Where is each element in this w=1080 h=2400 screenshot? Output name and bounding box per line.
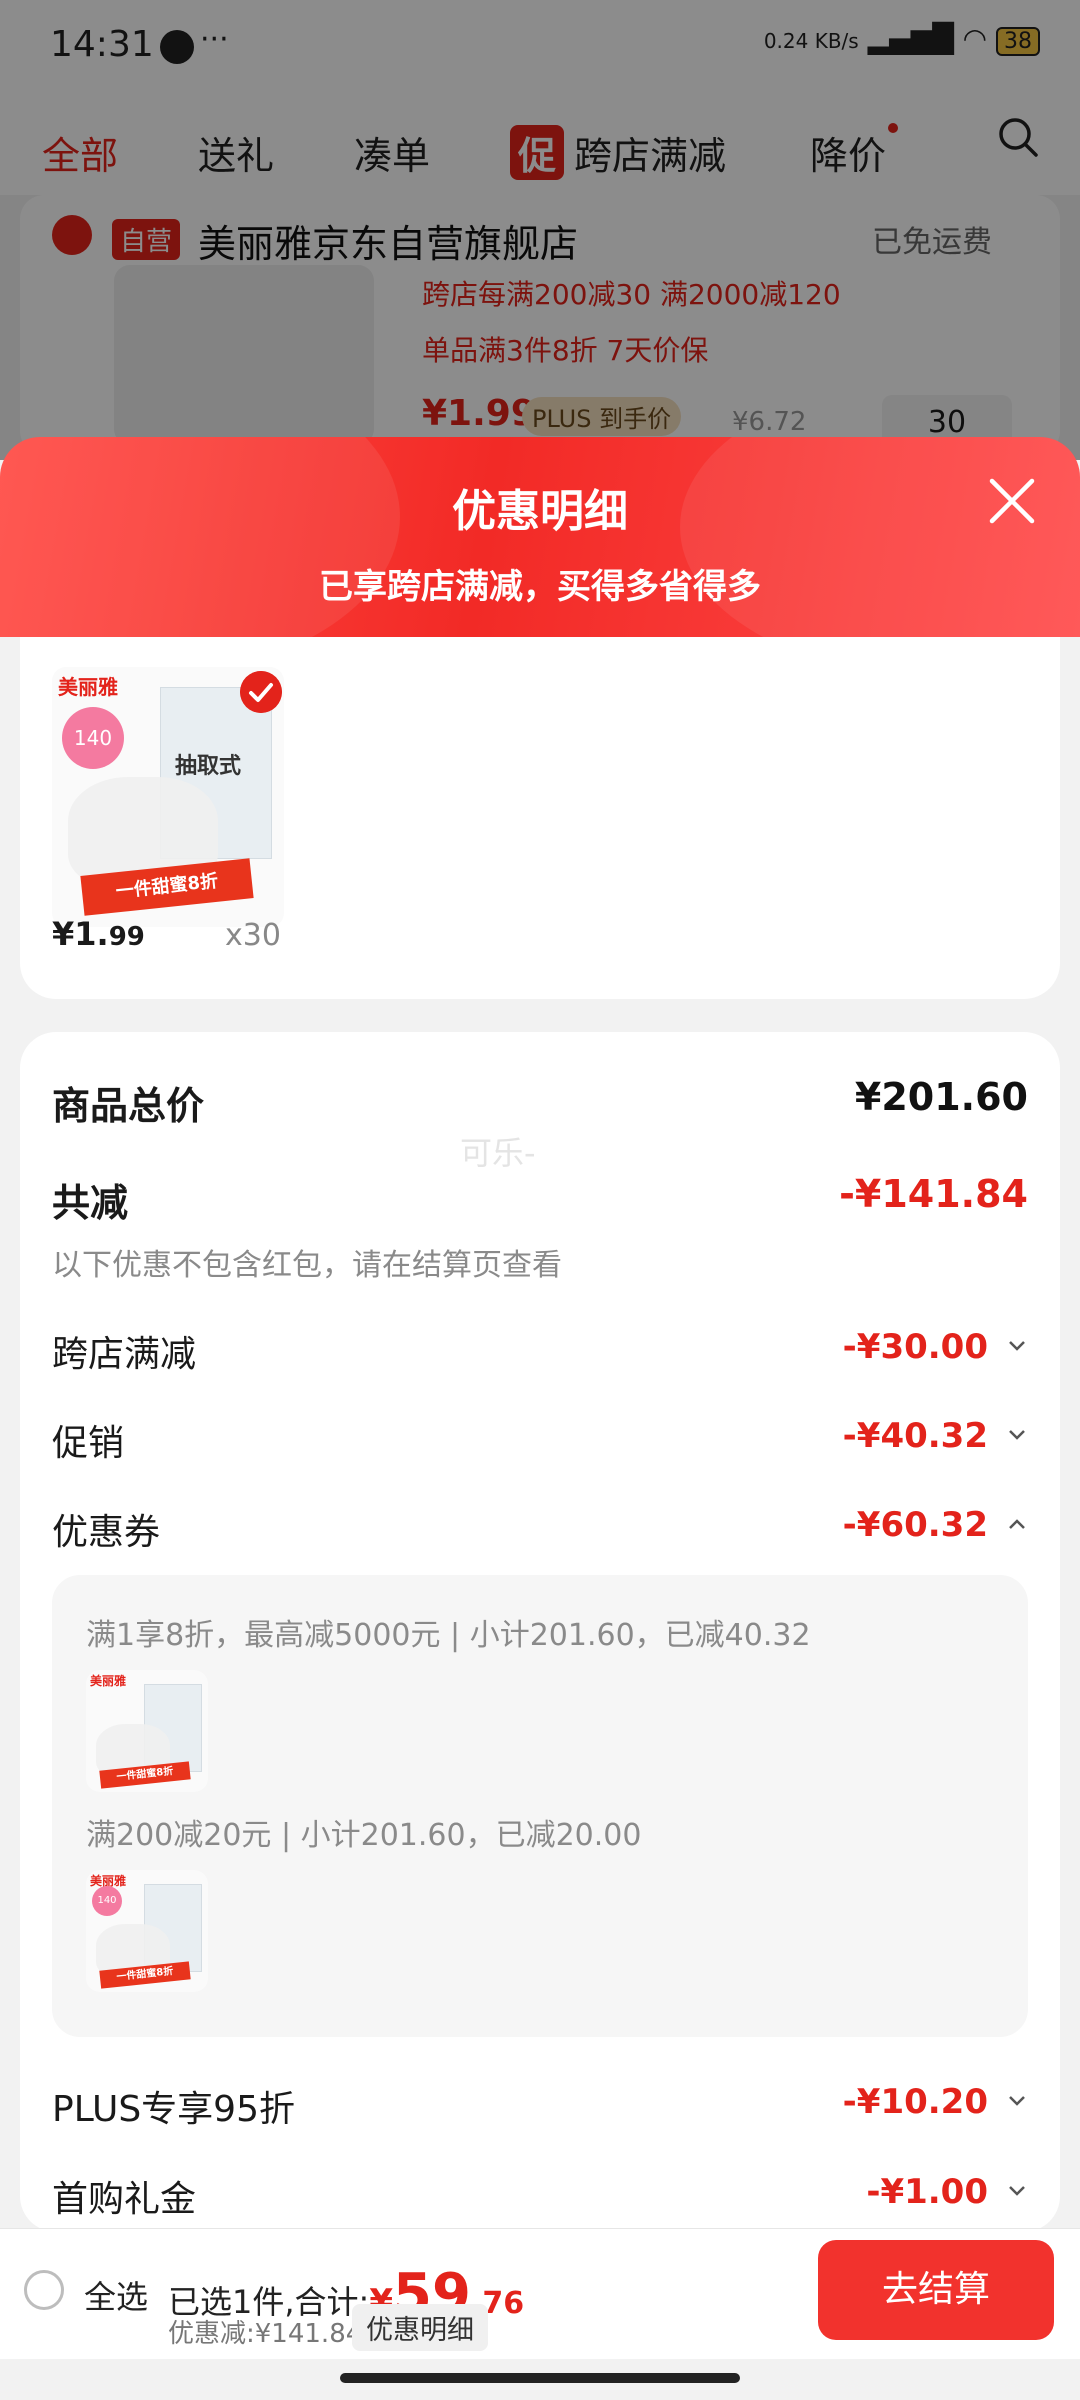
package-text: 抽取式 [175, 754, 242, 779]
watermark: 可乐- [460, 1134, 536, 1172]
row-value-cross-store[interactable]: -¥30.00 [843, 1327, 988, 1367]
total-label: 商品总价 [52, 1084, 205, 1128]
sheet-title: 优惠明细 [452, 486, 628, 537]
reduction-label: 共减 [52, 1181, 129, 1225]
row-label-cross-store: 跨店满减 [52, 1334, 197, 1375]
product-card: 美丽雅 140 抽取式 一件甜蜜8折 [20, 637, 1060, 999]
chevron-down-icon[interactable] [1006, 1424, 1028, 1446]
chevron-down-icon[interactable] [1006, 1335, 1028, 1357]
product-price: ¥1.99 [52, 915, 145, 953]
select-all-label[interactable]: 全选 [84, 2272, 148, 2318]
coupon-line-1: 满1享8折，最高减5000元 | 小计201.60，已减40.32 [86, 1618, 811, 1653]
coupon-product-thumb[interactable]: 美丽雅 一件甜蜜8折 [86, 1670, 208, 1792]
select-all-checkbox[interactable] [24, 2270, 64, 2310]
chevron-down-icon[interactable] [1006, 2090, 1028, 2112]
close-icon[interactable] [986, 475, 1038, 527]
sheet-subtitle: 已享跨店满减，买得多省得多 [319, 567, 761, 607]
coupon-product-thumb[interactable]: 美丽雅 140 一件甜蜜8折 [86, 1870, 208, 1992]
price-main: ¥1. [52, 915, 109, 953]
row-label-coupon: 优惠券 [52, 1512, 161, 1553]
row-value-coupon[interactable]: -¥60.32 [843, 1505, 988, 1545]
overlay-dim[interactable] [0, 0, 1080, 460]
coupon-line-2: 满200减20元 | 小计201.60，已减20.00 [86, 1818, 642, 1853]
brand-logo: 美丽雅 [58, 675, 118, 699]
chevron-down-icon[interactable] [1006, 2180, 1028, 2202]
size-badge: 140 [92, 1886, 122, 1916]
size-badge: 140 [62, 707, 124, 769]
total-value: ¥201.60 [854, 1075, 1028, 1119]
discount-line: 优惠减:¥141.84 [168, 2319, 363, 2349]
brand-logo: 美丽雅 [90, 1674, 127, 1688]
discount-sheet-header: 优惠明细 已享跨店满减，买得多省得多 [0, 437, 1080, 637]
checkmark-icon[interactable] [240, 671, 282, 713]
product-quantity: x30 [225, 918, 281, 953]
row-value-promotion[interactable]: -¥40.32 [843, 1416, 988, 1456]
reduction-note: 以下优惠不包含红包，请在结算页查看 [52, 1248, 562, 1283]
product-thumbnail[interactable]: 美丽雅 140 抽取式 一件甜蜜8折 [52, 667, 284, 927]
row-value-first-purchase[interactable]: -¥1.00 [866, 2172, 988, 2212]
checkout-button[interactable]: 去结算 [818, 2240, 1054, 2340]
home-indicator[interactable] [340, 2373, 740, 2383]
row-label-plus: PLUS专享95折 [52, 2089, 295, 2130]
reduction-value: -¥141.84 [839, 1172, 1028, 1216]
chevron-up-icon[interactable] [1006, 1513, 1028, 1535]
row-label-promotion: 促销 [52, 1423, 125, 1464]
row-value-plus[interactable]: -¥10.20 [843, 2082, 988, 2122]
discount-detail-chip[interactable]: 优惠明细 [352, 2304, 488, 2351]
price-decimal: 99 [108, 922, 145, 952]
row-label-first-purchase: 首购礼金 [52, 2179, 197, 2220]
